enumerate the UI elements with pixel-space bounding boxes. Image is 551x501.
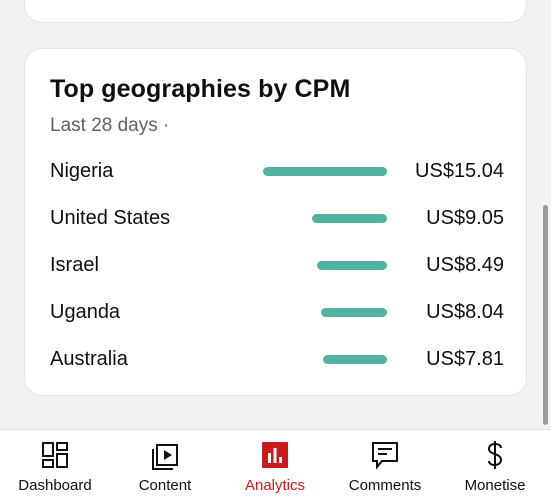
- nav-label: Dashboard: [18, 477, 92, 494]
- nav-monetise[interactable]: Monetise: [440, 430, 550, 501]
- geo-row: Uganda US$8.04: [25, 298, 528, 328]
- nav-comments[interactable]: Comments: [330, 430, 440, 501]
- nav-label: Content: [138, 477, 192, 494]
- geo-bar: [312, 214, 387, 223]
- geo-country: Israel: [50, 254, 99, 276]
- geo-value: US$9.05: [426, 207, 504, 229]
- card-title: Top geographies by CPM: [50, 75, 351, 103]
- geo-value: US$8.04: [426, 301, 504, 323]
- geo-bar: [317, 261, 387, 270]
- nav-dashboard[interactable]: Dashboard: [0, 430, 110, 501]
- geo-value: US$15.04: [415, 160, 504, 182]
- geo-row: Nigeria US$15.04: [25, 157, 528, 187]
- nav-label: Monetise: [464, 477, 526, 494]
- analytics-icon: [262, 442, 288, 468]
- geo-bar: [321, 308, 387, 317]
- previous-card: [24, 0, 527, 23]
- geo-value: US$8.49: [426, 254, 504, 276]
- monetise-icon: [487, 441, 503, 469]
- nav-content[interactable]: Content: [110, 430, 220, 501]
- bottom-nav: Dashboard Content Analytics Comments Mon…: [0, 429, 551, 501]
- nav-label: Analytics: [244, 477, 306, 494]
- geo-country: Uganda: [50, 301, 121, 323]
- geo-country: Nigeria: [50, 160, 114, 182]
- comments-icon: [372, 442, 398, 470]
- geo-row: Australia US$7.81: [25, 345, 528, 375]
- geo-bar: [323, 355, 387, 364]
- top-geographies-card: Top geographies by CPM Last 28 days · Ni…: [24, 48, 527, 396]
- geo-country: Australia: [50, 348, 128, 370]
- geo-country: United States: [50, 207, 171, 229]
- geo-value: US$7.81: [426, 348, 504, 370]
- geo-bar: [263, 167, 387, 176]
- scrollbar[interactable]: [543, 205, 548, 425]
- geo-row: Israel US$8.49: [25, 251, 528, 281]
- nav-analytics[interactable]: Analytics: [220, 430, 330, 501]
- card-subtitle: Last 28 days ·: [50, 115, 170, 136]
- dashboard-icon: [42, 442, 68, 468]
- geo-row: United States US$9.05: [25, 204, 528, 234]
- nav-label: Comments: [348, 477, 422, 494]
- content-icon: [152, 444, 178, 470]
